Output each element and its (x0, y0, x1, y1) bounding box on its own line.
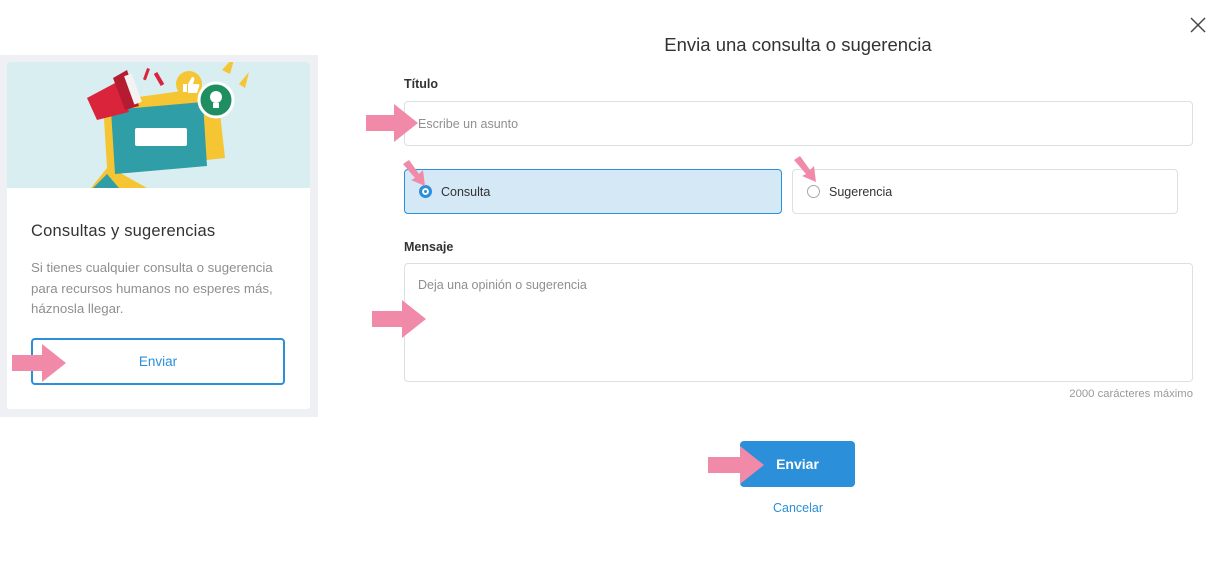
pointer-arrow-icon (403, 160, 425, 186)
pointer-arrow-icon (366, 104, 418, 142)
message-textarea[interactable] (404, 263, 1193, 382)
pointer-arrow-icon (372, 300, 426, 338)
pointer-arrow-icon (12, 344, 66, 382)
option-sugerencia-label: Sugerencia (829, 184, 893, 199)
title-input[interactable] (404, 101, 1193, 146)
message-label: Mensaje (404, 240, 454, 254)
card-title: Consultas y sugerencias (31, 222, 216, 240)
card-send-button[interactable]: Enviar (31, 338, 285, 385)
title-label: Título (404, 77, 439, 91)
pointer-arrow-icon (794, 156, 816, 182)
pointer-arrow-icon (708, 446, 764, 484)
char-limit-hint: 2000 carácteres máximo (1069, 388, 1193, 400)
cancel-link[interactable]: Cancelar (740, 501, 856, 515)
option-sugerencia[interactable]: Sugerencia (792, 169, 1178, 214)
modal-title: Envia una consulta o sugerencia (664, 34, 932, 55)
card-description: Si tienes cualquier consulta o sugerenci… (31, 260, 273, 316)
option-consulta-label: Consulta (441, 184, 491, 199)
card-illustration (7, 62, 310, 188)
megaphone-icon (87, 62, 249, 188)
page: Consultas y sugerencias Si tienes cualqu… (0, 0, 1218, 561)
radio-unselected-icon[interactable] (807, 185, 820, 198)
close-icon[interactable] (1188, 15, 1208, 35)
option-consulta[interactable]: Consulta (404, 169, 782, 214)
